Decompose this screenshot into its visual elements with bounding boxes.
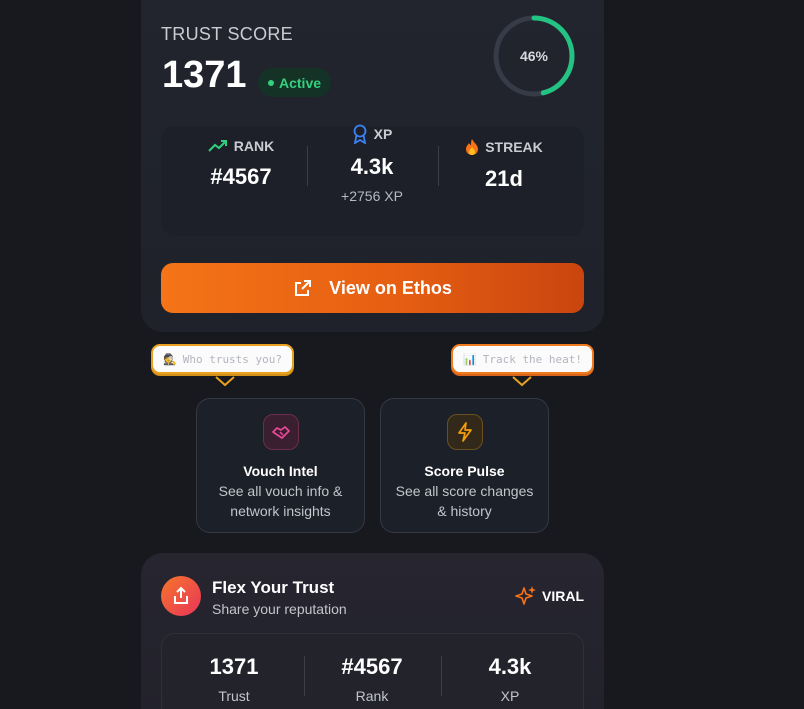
score-pulse-title: Score Pulse <box>424 463 505 479</box>
flex-stat-value: 1371 <box>209 654 259 679</box>
chart-icon: 📊 <box>463 352 477 366</box>
divider <box>304 656 305 696</box>
streak-value: 21d <box>485 166 523 191</box>
vouch-intel-title: Vouch Intel <box>243 463 318 479</box>
flex-stat-value: 4.3k <box>488 654 532 679</box>
xp-delta: +2756 XP <box>341 188 403 204</box>
external-link-icon <box>295 280 312 296</box>
status-dot-icon <box>268 79 274 86</box>
flex-stat-trust: 1371 Trust <box>174 654 294 704</box>
flex-stats-panel: 1371 Trust #4567 Rank 4.3k XP <box>161 633 584 709</box>
trust-score-card: TRUST SCORE 1371 Active 46% RANK #4567 X… <box>141 0 604 332</box>
tooltip-caret-icon <box>512 376 532 387</box>
flame-icon <box>466 139 479 155</box>
xp-stat: XP 4.3k +2756 XP <box>312 124 432 204</box>
score-pulse-desc: See all score changes & history <box>395 483 534 519</box>
divider <box>441 656 442 696</box>
flex-stat-value: #4567 <box>341 654 403 679</box>
status-badge: Active <box>258 68 332 97</box>
flex-stat-label: Trust <box>218 688 250 704</box>
view-on-ethos-label: View on Ethos <box>329 277 452 298</box>
viral-text: VIRAL <box>542 588 584 604</box>
divider <box>307 146 308 186</box>
rank-stat: RANK #4567 <box>181 138 301 190</box>
detective-icon: 🕵 <box>163 352 177 366</box>
stats-panel: RANK #4567 XP 4.3k +2756 XP STREAK 21d <box>161 124 584 236</box>
award-icon <box>353 124 367 144</box>
flex-subtitle: Share your reputation <box>212 601 347 617</box>
flex-stat-xp: 4.3k XP <box>450 654 570 704</box>
lightning-icon <box>446 414 483 450</box>
sparkle-icon <box>515 586 536 605</box>
xp-label: XP <box>373 126 393 142</box>
share-icon[interactable] <box>161 576 201 616</box>
flex-stat-label: XP <box>500 688 520 704</box>
streak-label: STREAK <box>485 139 543 155</box>
divider <box>438 146 439 186</box>
vouch-intel-card[interactable]: Vouch Intel See all vouch info & network… <box>196 398 365 533</box>
streak-stat: STREAK 21d <box>444 138 564 192</box>
rank-value: #4567 <box>210 164 272 189</box>
flex-stat-label: Rank <box>355 688 389 704</box>
flex-stat-rank: #4567 Rank <box>312 654 432 704</box>
tooltip-track-heat-text: Track the heat! <box>482 352 583 366</box>
flex-title: Flex Your Trust <box>212 578 335 597</box>
viral-badge: VIRAL <box>515 585 584 607</box>
progress-percent: 46% <box>519 48 549 64</box>
trust-score-label: TRUST SCORE <box>161 24 293 44</box>
tooltip-track-heat: 📊 Track the heat! <box>451 344 595 374</box>
tooltip-caret-icon <box>215 376 235 387</box>
view-on-ethos-button[interactable]: View on Ethos <box>161 263 584 313</box>
flex-your-trust-card: Flex Your Trust Share your reputation VI… <box>141 553 604 709</box>
status-text: Active <box>279 74 322 91</box>
tooltip-who-trusts-text: Who trusts you? <box>182 352 283 366</box>
vouch-intel-desc: See all vouch info & network insights <box>218 483 343 519</box>
trust-score-value: 1371 <box>162 54 247 96</box>
tooltip-who-trusts: 🕵 Who trusts you? <box>151 344 295 374</box>
xp-value: 4.3k <box>350 154 394 179</box>
handshake-icon <box>262 414 299 450</box>
score-pulse-card[interactable]: Score Pulse See all score changes & hist… <box>380 398 549 533</box>
trending-up-icon <box>208 140 227 152</box>
rank-label: RANK <box>233 138 275 154</box>
